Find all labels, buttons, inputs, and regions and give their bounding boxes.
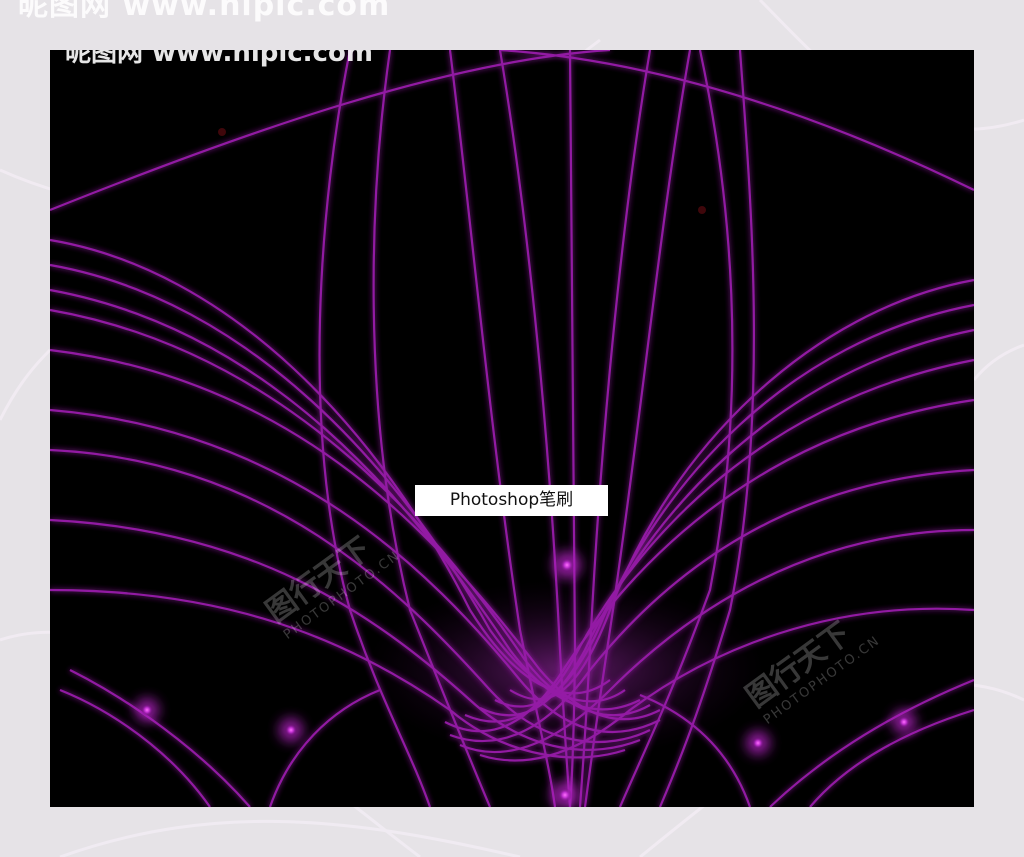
image-frame: 昵图网 www.nipic.com 昵图网 www.nipic.com 图行天下…	[0, 0, 1024, 857]
site-caption: 昵图网 www.nipic.com	[18, 0, 391, 23]
site-caption-inner: 昵图网 www.nipic.com	[65, 50, 373, 68]
purple-light-strands	[50, 50, 974, 807]
photoshop-brush-label: Photoshop笔刷	[415, 485, 608, 516]
brush-preview: 昵图网 www.nipic.com 图行天下 PHOTOPHOTO.CN 图行天…	[50, 50, 974, 807]
